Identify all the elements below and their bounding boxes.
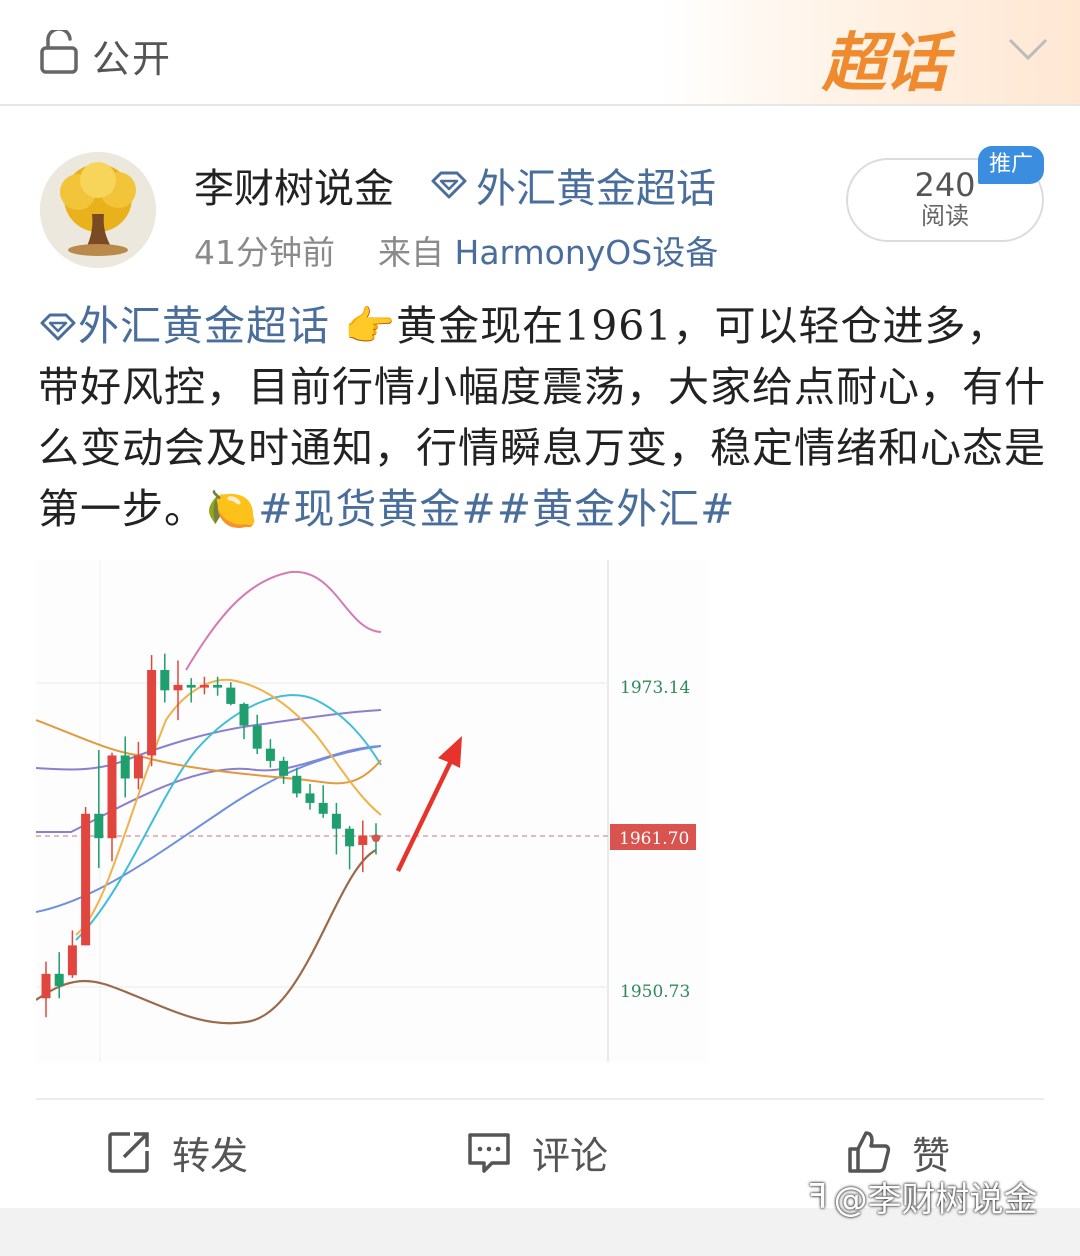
post-text: 外汇黄金超话 👉黄金现在1961，可以轻仓进多，带好风控，目前行情小幅度震荡，大… (38, 296, 1048, 540)
candle-body (160, 669, 170, 691)
author-name[interactable]: 李财树说金 (194, 156, 394, 214)
candle-body (107, 755, 117, 839)
candle-body (67, 945, 77, 976)
repost-icon (108, 1132, 149, 1173)
read-label: 阅读 (921, 202, 969, 230)
visibility-label[interactable]: 公开 (92, 28, 172, 83)
repost-label: 转发 (172, 1133, 249, 1178)
candle-body (147, 669, 157, 756)
lemon-emoji: 🍋 (206, 485, 259, 533)
up-arrow-annotation (396, 736, 462, 872)
diamond-icon (431, 171, 467, 199)
candle-body (279, 760, 289, 776)
supertopic-logo[interactable]: 超话 (822, 12, 948, 104)
action-bar-divider (36, 1098, 1044, 1100)
candle-body (226, 687, 236, 704)
chevron-down-icon[interactable] (1006, 32, 1050, 68)
candle-body (81, 813, 91, 946)
post-meta: 41分钟前 来自 HarmonyOS设备 (194, 226, 718, 274)
candle-body (173, 684, 183, 691)
supertopic-link[interactable]: 外汇黄金超话 (430, 156, 716, 214)
candle-body (54, 973, 64, 987)
candle-body (265, 748, 275, 761)
weibo-watermark: ꟻ @李财树说金 (808, 1172, 1038, 1221)
candle-body (358, 835, 368, 845)
candle-body (120, 755, 130, 779)
candle-body (318, 802, 328, 814)
like-button[interactable]: 赞 (846, 1126, 950, 1178)
candle-body (41, 973, 51, 999)
inline-supertopic-link[interactable]: 外汇黄金超话 (38, 302, 330, 350)
candle-body (331, 813, 341, 829)
candle-body (94, 813, 104, 839)
thumbs-up-icon (848, 1131, 891, 1173)
candle-body (345, 828, 355, 847)
promo-badge[interactable]: 推广 (978, 146, 1044, 184)
candlestick-chart: 1973.14 1961.70 1950.73 (36, 560, 696, 1062)
candle-body (305, 793, 315, 803)
hashtag-gold-forex[interactable]: #黄金外汇# (497, 485, 736, 533)
source-prefix: 来自 (378, 233, 444, 272)
comment-icon (468, 1133, 510, 1173)
avatar[interactable] (40, 152, 156, 268)
current-price-dot (372, 834, 380, 843)
pointing-hand-emoji: 👉 (344, 302, 397, 350)
repost-button[interactable]: 转发 (106, 1126, 248, 1178)
candle-body (213, 684, 223, 688)
supertopic-name: 外汇黄金超话 (476, 166, 716, 212)
price-label-current: 1961.70 (619, 829, 689, 849)
post-time: 41分钟前 (194, 233, 335, 272)
lock-open-icon[interactable] (40, 30, 80, 74)
price-label-high: 1973.14 (620, 678, 690, 698)
bollinger-upper (185, 570, 382, 671)
comment-label: 评论 (532, 1133, 609, 1178)
golden-tree-avatar-image (40, 152, 156, 268)
watermark-text: @李财树说金 (833, 1180, 1038, 1220)
candle-body (292, 775, 302, 794)
candle-body (186, 684, 196, 688)
comment-button[interactable]: 评论 (466, 1126, 608, 1178)
candle-body (133, 755, 143, 779)
price-label-low: 1950.73 (620, 982, 690, 1002)
hashtag-spot-gold[interactable]: #现货黄金# (258, 485, 497, 533)
top-bar: 公开 超话 (0, 0, 1080, 106)
candle-body (252, 725, 262, 749)
weibo-logo-icon: ꟻ (808, 1176, 828, 1217)
inline-supertopic-name: 外汇黄金超话 (78, 302, 330, 350)
candle-body (199, 684, 209, 688)
candle-body (239, 703, 249, 726)
source-device: HarmonyOS设备 (454, 233, 719, 272)
diamond-icon (40, 313, 76, 341)
post-chart-image[interactable]: 1973.14 1961.70 1950.73 (36, 560, 708, 1062)
